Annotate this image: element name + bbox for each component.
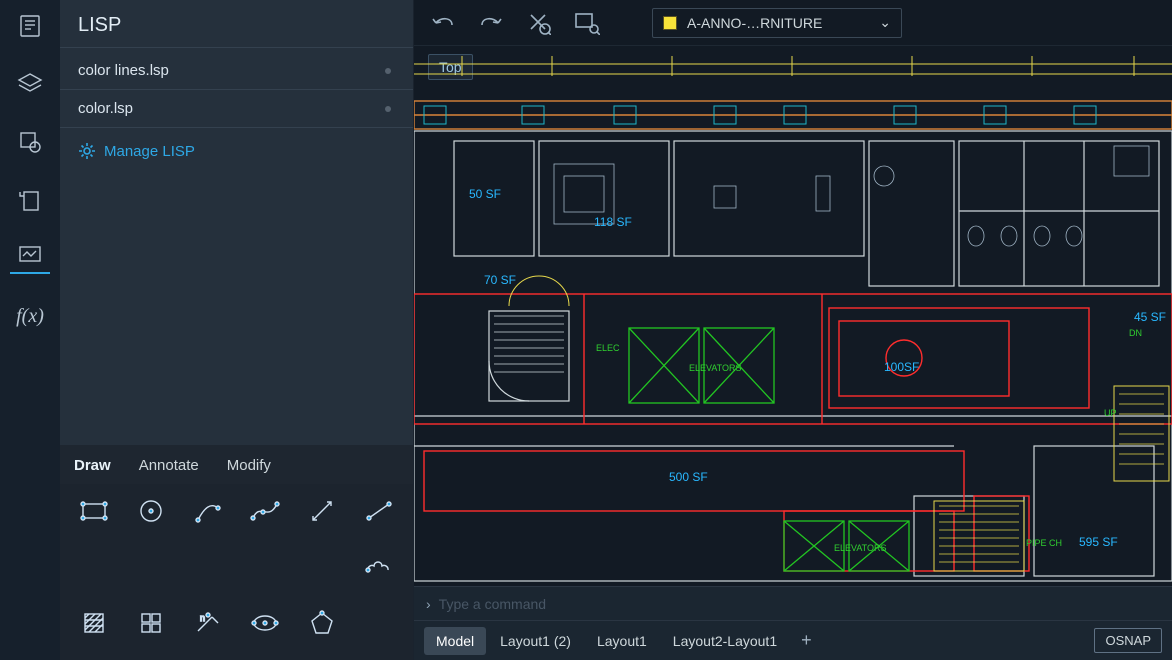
tool-arc[interactable]: [188, 492, 227, 530]
floorplan-svg: 50 SF 118 SF 70 SF 45 SF 100SF 500 SF 59…: [414, 46, 1172, 586]
tool-rectangle[interactable]: [74, 492, 113, 530]
elevator-label: ELEVATORS: [834, 543, 887, 553]
topbar: A-ANNO-…RNITURE ⌄: [414, 0, 1172, 46]
dn-label: DN: [1129, 328, 1142, 338]
undo-button[interactable]: [426, 6, 460, 40]
lisp-file-item[interactable]: color lines.lsp: [60, 52, 413, 90]
tab-modify[interactable]: Modify: [227, 457, 271, 474]
blocks-icon[interactable]: [10, 126, 50, 158]
room-label: 70 SF: [484, 273, 516, 287]
panel-title: LISP: [60, 0, 413, 48]
tool-diagonal-line[interactable]: [303, 492, 342, 530]
pipe-label: PIPE CH: [1026, 538, 1062, 548]
chevron-down-icon: ⌄: [879, 14, 891, 31]
tool-grid[interactable]: [131, 604, 170, 642]
tool-revcloud[interactable]: [360, 548, 399, 586]
file-name: color lines.lsp: [78, 62, 169, 79]
layers-icon[interactable]: [10, 68, 50, 100]
lisp-file-list: color lines.lsp color.lsp: [60, 48, 413, 132]
manage-lisp-label: Manage LISP: [104, 143, 195, 160]
layout-tab[interactable]: Layout1 (2): [488, 627, 583, 655]
lisp-file-item[interactable]: color.lsp: [60, 90, 413, 128]
room-label: 118 SF: [594, 215, 632, 229]
fx-icon[interactable]: f(x): [10, 300, 50, 332]
zoom-window-button[interactable]: [570, 6, 604, 40]
tool-tabs: Draw Annotate Modify: [60, 445, 413, 484]
tool-spline[interactable]: [246, 492, 285, 530]
layer-color-swatch: [663, 16, 677, 30]
layout-tab[interactable]: Layout2-Layout1: [661, 627, 789, 655]
file-name: color.lsp: [78, 100, 133, 117]
up-label: UP: [1104, 408, 1117, 418]
drawing-canvas[interactable]: Top: [414, 46, 1172, 586]
room-label: 595 SF: [1079, 535, 1118, 549]
room-label: 45 SF: [1134, 310, 1166, 324]
elevator-label: ELEVATORS: [689, 363, 742, 373]
gear-icon: [78, 142, 96, 160]
command-line[interactable]: › Type a command: [414, 586, 1172, 620]
status-bar: Model Layout1 (2) Layout1 Layout2-Layout…: [414, 620, 1172, 660]
fx-label: f(x): [16, 305, 44, 328]
tool-line[interactable]: [360, 492, 399, 530]
tool-ellipse[interactable]: [246, 604, 285, 642]
room-label: 50 SF: [469, 187, 501, 201]
layer-selector[interactable]: A-ANNO-…RNITURE ⌄: [652, 8, 902, 38]
tool-dimension[interactable]: n: [188, 604, 227, 642]
lisp-panel-icon[interactable]: [10, 242, 50, 274]
draw-tool-grid: n: [60, 484, 413, 660]
command-placeholder: Type a command: [439, 596, 546, 612]
layer-name: A-ANNO-…RNITURE: [687, 15, 822, 31]
manage-lisp-button[interactable]: Manage LISP: [60, 132, 413, 170]
redo-button[interactable]: [474, 6, 508, 40]
tab-draw[interactable]: Draw: [74, 457, 111, 474]
status-dot-icon: [385, 68, 391, 74]
tab-annotate[interactable]: Annotate: [139, 457, 199, 474]
icon-rail: f(x): [0, 0, 60, 660]
layout-tab[interactable]: Layout1: [585, 627, 659, 655]
main-area: A-ANNO-…RNITURE ⌄ Top: [414, 0, 1172, 660]
tool-hatch[interactable]: [74, 604, 113, 642]
osnap-toggle[interactable]: OSNAP: [1094, 628, 1162, 653]
tool-circle[interactable]: [131, 492, 170, 530]
lisp-panel: LISP color lines.lsp color.lsp Manage LI…: [60, 0, 414, 660]
room-label: 500 SF: [669, 470, 708, 484]
svg-text:n: n: [200, 613, 205, 623]
layout-tab-model[interactable]: Model: [424, 627, 486, 655]
prompt-icon: ›: [426, 596, 431, 612]
add-layout-button[interactable]: +: [801, 630, 812, 651]
properties-icon[interactable]: [10, 10, 50, 42]
attach-icon[interactable]: [10, 184, 50, 216]
elec-label: ELEC: [596, 343, 620, 353]
zoom-extents-button[interactable]: [522, 6, 556, 40]
tool-polygon[interactable]: [303, 604, 342, 642]
status-dot-icon: [385, 106, 391, 112]
room-label: 100SF: [884, 360, 919, 374]
